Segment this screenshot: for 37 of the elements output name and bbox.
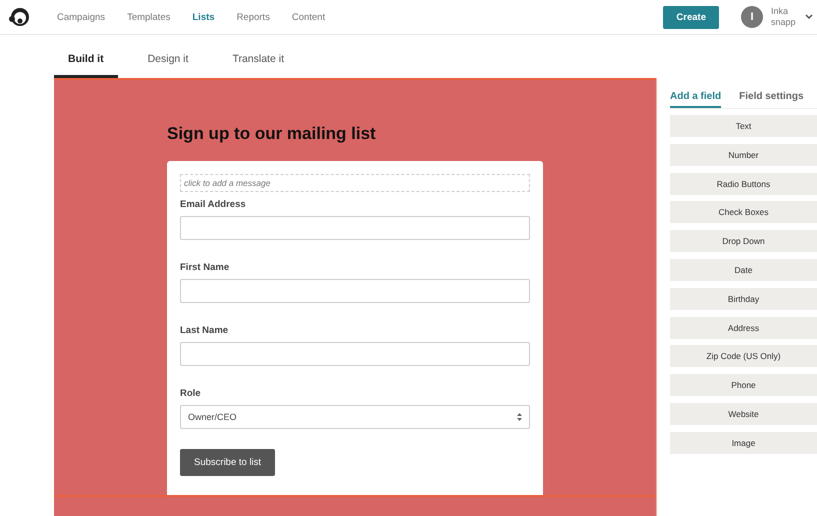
input-field[interactable]: [180, 342, 530, 366]
input-field[interactable]: [180, 216, 530, 240]
nav-link[interactable]: Content: [280, 12, 336, 22]
field-label: Email Address: [180, 199, 246, 210]
tab[interactable]: Translate it: [218, 53, 298, 78]
field-type-button[interactable]: Phone: [670, 374, 817, 396]
field-type-button[interactable]: Birthday: [670, 288, 817, 310]
field-type-button[interactable]: Drop Down: [670, 230, 817, 252]
field-type-button[interactable]: Check Boxes: [670, 201, 817, 224]
nav-link[interactable]: Templates: [116, 12, 182, 22]
field-type-button[interactable]: Date: [670, 258, 817, 281]
user-name[interactable]: Inka snapp: [771, 6, 801, 28]
field-type-button[interactable]: Text: [670, 115, 817, 137]
tab[interactable]: Design it: [134, 53, 202, 78]
field-type-button[interactable]: Image: [670, 432, 817, 454]
nav-link[interactable]: Reports: [226, 12, 281, 22]
field-type-button[interactable]: Number: [670, 144, 817, 166]
create-button[interactable]: Create: [663, 6, 719, 28]
field-label: First Name: [180, 262, 230, 273]
caret-icon[interactable]: [805, 14, 813, 20]
panel-tab[interactable]: Field settings: [739, 91, 804, 108]
field-type-button[interactable]: Address: [670, 316, 817, 339]
panel-tab[interactable]: Add a field: [670, 91, 722, 108]
nav-link[interactable]: Lists: [181, 12, 226, 22]
message-field[interactable]: click to add a message: [180, 174, 530, 192]
nav-link[interactable]: Campaigns: [46, 12, 116, 22]
field-type-button[interactable]: Zip Code (US Only): [670, 345, 817, 368]
field-type-button[interactable]: Radio Buttons: [670, 172, 817, 195]
field-type-button[interactable]: Website: [670, 402, 817, 425]
avatar[interactable]: I: [741, 6, 763, 28]
input-field[interactable]: [180, 279, 530, 303]
field-label: Role: [180, 388, 201, 399]
field-label: Last Name: [180, 325, 228, 336]
updown-arrow-icon: [517, 413, 522, 421]
subscribe-button[interactable]: Subscribe to list: [180, 449, 276, 476]
role-select[interactable]: Owner/CEO: [180, 405, 530, 429]
form-title: Sign up to our mailing list: [167, 124, 377, 144]
